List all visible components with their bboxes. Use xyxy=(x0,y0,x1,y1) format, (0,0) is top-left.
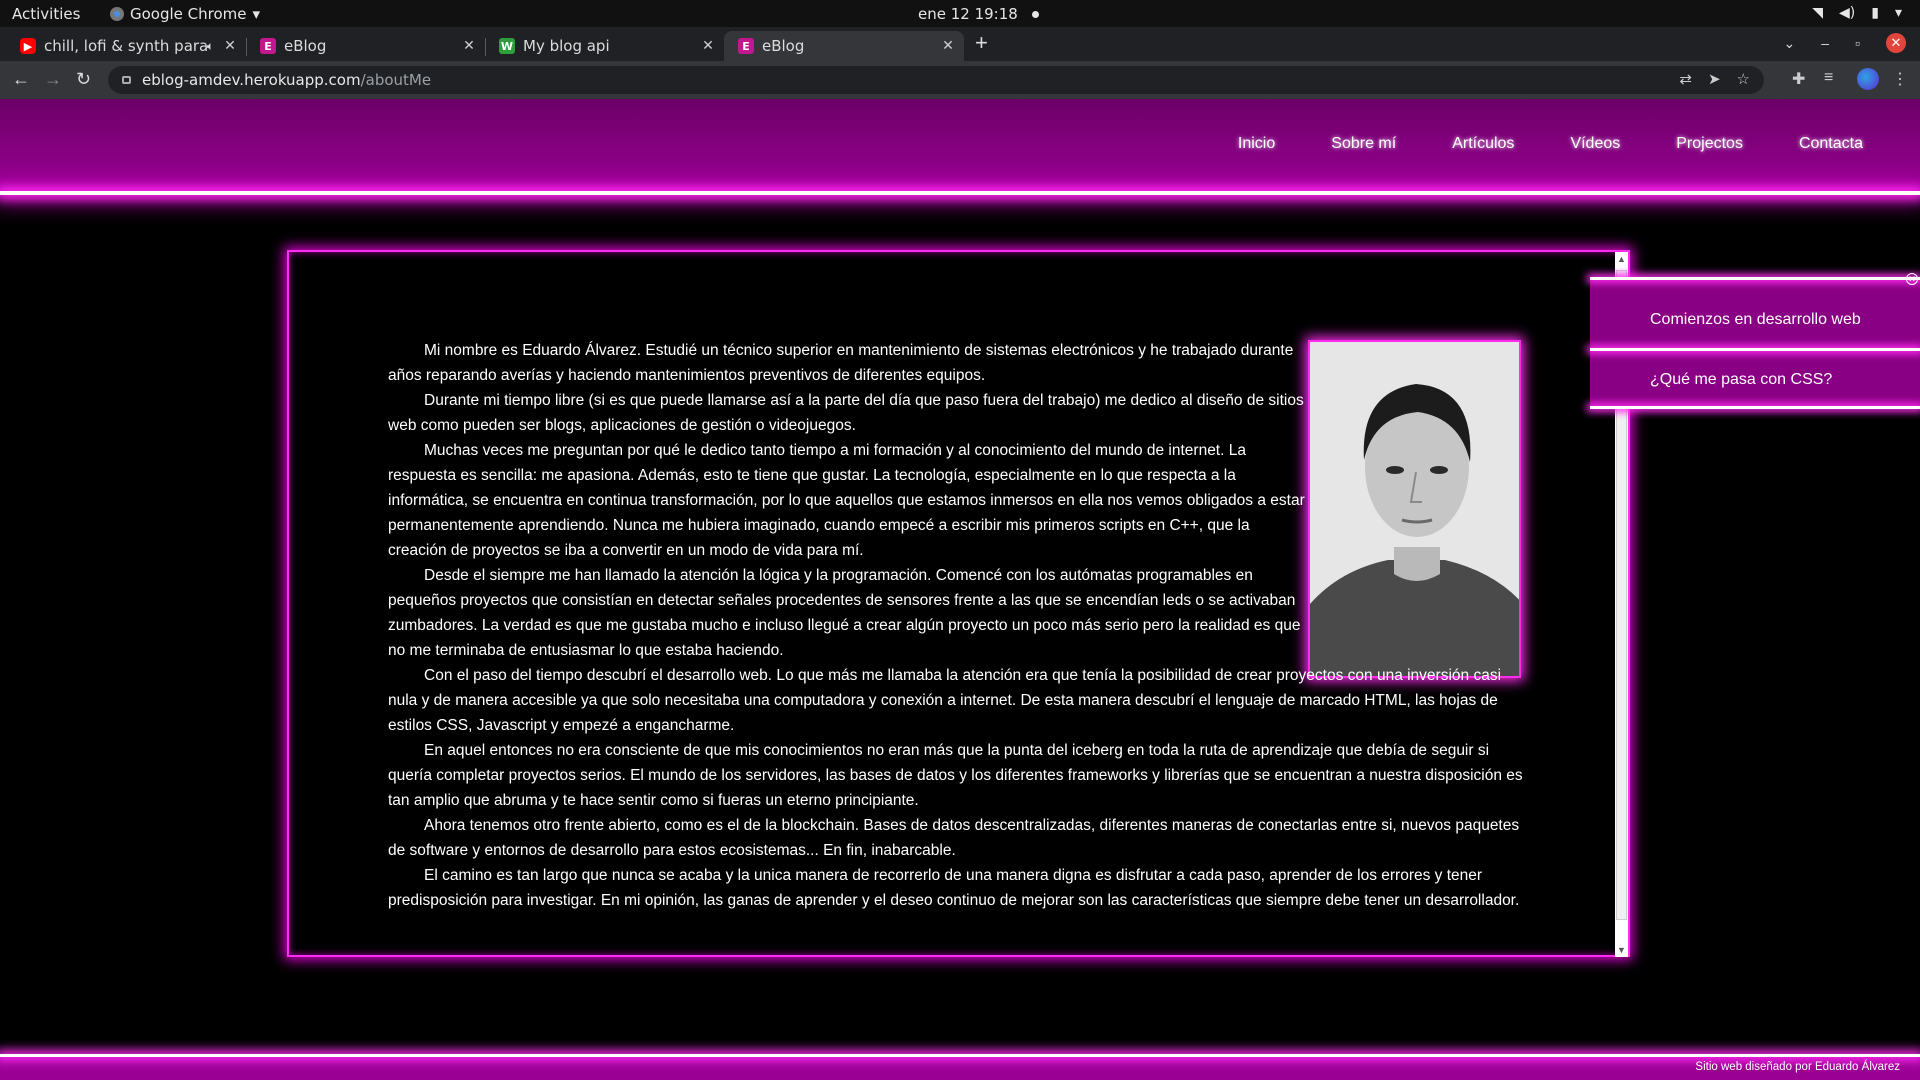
extensions-icon[interactable]: ✚ xyxy=(1792,69,1805,89)
article-link[interactable]: Comienzos en desarrollo web xyxy=(1650,311,1861,329)
back-icon[interactable]: ← xyxy=(12,69,30,90)
site-nav: Inicio Sobre mí Artículos Vídeos Project… xyxy=(1238,135,1863,153)
tab-title: chill, lofi & synth para j xyxy=(44,37,207,55)
app-menu-label: Google Chrome xyxy=(130,5,247,23)
nav-inicio[interactable]: Inicio xyxy=(1238,135,1275,153)
tab-strip: ▶ chill, lofi & synth para j 🔈︎ ✕ E eBlo… xyxy=(0,27,1920,61)
scroll-up-icon[interactable]: ▲ xyxy=(1615,254,1628,264)
address-bar[interactable]: eblog-amdev.herokuapp.com/aboutMe ⇄ ➤ ☆ xyxy=(108,66,1764,94)
scroll-down-icon[interactable]: ▼ xyxy=(1615,945,1628,955)
nav-contacta[interactable]: Contacta xyxy=(1799,135,1863,153)
profile-avatar-icon[interactable] xyxy=(1857,68,1879,90)
about-paragraph: Mi nombre es Eduardo Álvarez. Estudié un… xyxy=(388,342,1294,384)
translate-icon[interactable]: ⇄ xyxy=(1679,70,1692,88)
tab-youtube[interactable]: ▶ chill, lofi & synth para j 🔈︎ ✕ xyxy=(6,31,247,61)
lock-icon[interactable] xyxy=(122,76,131,84)
minimize-icon[interactable]: – xyxy=(1821,35,1829,51)
battery-icon: ▮ xyxy=(1871,5,1879,21)
footer-credit: Sitio web diseñado por Eduardo Álvarez xyxy=(1695,1061,1900,1073)
about-paragraph: Desde el siempre me han llamado la atenc… xyxy=(388,567,1301,659)
url-text[interactable]: eblog-amdev.herokuapp.com/aboutMe xyxy=(142,71,431,89)
close-icon[interactable]: ✕ xyxy=(220,38,240,54)
url-host: eblog-amdev.herokuapp.com xyxy=(142,71,361,89)
forward-icon[interactable]: → xyxy=(44,69,62,90)
new-tab-button[interactable]: + xyxy=(975,32,988,54)
about-paragraph: Ahora tenemos otro frente abierto, como … xyxy=(388,817,1520,859)
nav-articulos[interactable]: Artículos xyxy=(1452,135,1514,153)
about-me-box: Mi nombre es Eduardo Álvarez. Estudié un… xyxy=(287,250,1630,957)
youtube-icon: ▶ xyxy=(20,38,36,54)
panel-neon-line xyxy=(1590,277,1920,280)
send-icon[interactable]: ➤ xyxy=(1708,70,1721,88)
tab-title: eBlog xyxy=(762,37,805,55)
window-controls: ⌄ – ▫ ✕ xyxy=(1784,33,1906,53)
wifi-icon: ◥ xyxy=(1812,5,1824,21)
blog-api-favicon-icon: W xyxy=(499,38,515,54)
site-header: Inicio Sobre mí Artículos Vídeos Project… xyxy=(0,99,1920,195)
about-paragraph: El camino es tan largo que nunca se acab… xyxy=(388,867,1520,909)
clock-label: ene 12 19:18 xyxy=(918,5,1018,23)
close-icon[interactable]: ✕ xyxy=(698,38,718,54)
notification-dot-icon xyxy=(1031,11,1039,18)
panel-neon-line xyxy=(1590,348,1920,351)
url-path: /aboutMe xyxy=(360,71,432,89)
tab-my-blog-api[interactable]: W My blog api ✕ xyxy=(485,31,724,61)
reload-icon[interactable]: ↻ xyxy=(76,69,91,90)
omnibox-icons: ⇄ ➤ ☆ xyxy=(1679,70,1750,88)
system-tray[interactable]: ◥ ◀) ▮ ▾ xyxy=(1812,5,1902,21)
about-paragraph: Con el paso del tiempo descubrí el desar… xyxy=(388,667,1502,734)
footer-neon-line xyxy=(0,1054,1920,1057)
articles-side-panel: ✕ Comienzos en desarrollo web ¿Qué me pa… xyxy=(1590,273,1920,409)
media-control-icon[interactable]: ≡ xyxy=(1824,69,1833,87)
page-viewport: Inicio Sobre mí Artículos Vídeos Project… xyxy=(0,99,1920,1080)
close-panel-icon[interactable]: ✕ xyxy=(1906,273,1918,285)
nav-sobre-mi[interactable]: Sobre mí xyxy=(1331,135,1396,153)
os-top-bar: Activities Google Chrome ▾ ene 12 19:18 … xyxy=(0,0,1920,27)
panel-neon-line xyxy=(1590,406,1920,409)
power-menu-icon: ▾ xyxy=(1894,5,1902,21)
tab-title: eBlog xyxy=(284,37,327,55)
nav-videos[interactable]: Vídeos xyxy=(1570,135,1620,153)
clock[interactable]: ene 12 19:18 xyxy=(918,5,1039,23)
menu-kebab-icon[interactable]: ⋮ xyxy=(1892,69,1908,89)
eblog-favicon-icon: E xyxy=(738,38,754,54)
eblog-favicon-icon: E xyxy=(260,38,276,54)
tab-eblog-active[interactable]: E eBlog ✕ xyxy=(724,31,964,61)
article-link[interactable]: ¿Qué me pasa con CSS? xyxy=(1650,371,1832,389)
nav-projectos[interactable]: Projectos xyxy=(1676,135,1743,153)
bookmark-star-icon[interactable]: ☆ xyxy=(1737,70,1750,88)
tab-title: My blog api xyxy=(523,37,610,55)
app-menu[interactable]: Google Chrome ▾ xyxy=(110,5,260,23)
activities-button[interactable]: Activities xyxy=(12,5,80,23)
caret-down-icon: ▾ xyxy=(252,5,261,23)
about-paragraph: En aquel entonces no era consciente de q… xyxy=(388,742,1523,809)
maximize-icon[interactable]: ▫ xyxy=(1855,35,1860,51)
tab-eblog[interactable]: E eBlog ✕ xyxy=(246,31,486,61)
close-icon[interactable]: ✕ xyxy=(459,38,479,54)
chrome-icon xyxy=(110,7,124,21)
volume-icon: ◀) xyxy=(1839,5,1856,21)
about-me-text: Mi nombre es Eduardo Álvarez. Estudié un… xyxy=(388,338,1524,913)
close-icon[interactable]: ✕ xyxy=(938,38,958,54)
close-window-icon[interactable]: ✕ xyxy=(1886,33,1906,53)
site-footer: Sitio web diseñado por Eduardo Álvarez xyxy=(0,1054,1920,1080)
about-paragraph: Durante mi tiempo libre (si es que puede… xyxy=(388,392,1304,434)
header-neon-line xyxy=(0,191,1920,195)
about-paragraph: Muchas veces me preguntan por qué le ded… xyxy=(388,442,1305,559)
browser-toolbar: ← → ↻ eblog-amdev.herokuapp.com/aboutMe … xyxy=(0,61,1920,99)
tab-search-icon[interactable]: ⌄ xyxy=(1784,35,1796,52)
speaker-icon[interactable]: 🔈︎ xyxy=(207,39,214,54)
